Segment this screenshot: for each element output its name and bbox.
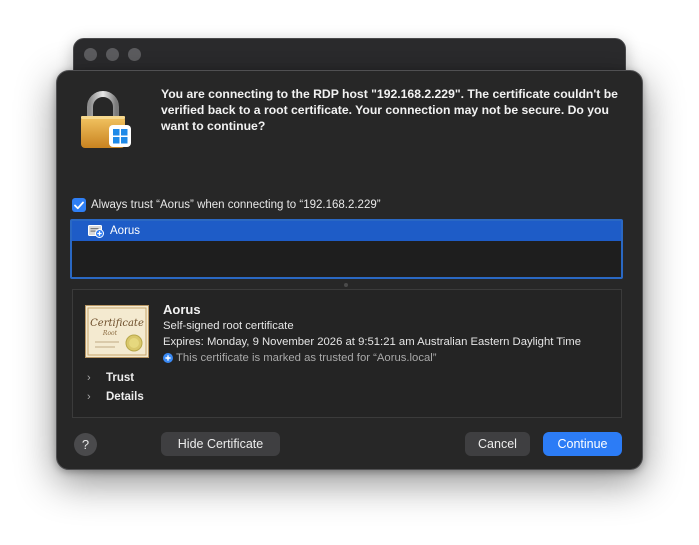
list-item[interactable]: Aorus [72, 221, 621, 241]
chevron-right-icon: › [87, 372, 91, 384]
hide-certificate-button[interactable]: Hide Certificate [161, 432, 280, 456]
cancel-button[interactable]: Cancel [465, 432, 530, 456]
splitter-handle[interactable] [344, 283, 348, 287]
details-disclosure-label: Details [106, 391, 144, 403]
trust-disclosure-label: Trust [106, 372, 135, 384]
always-trust-row[interactable]: Always trust “Aorus” when connecting to … [72, 198, 381, 212]
certificate-name: Aorus [163, 302, 201, 317]
lock-icon [78, 88, 134, 150]
certificate-list[interactable]: Aorus [70, 219, 623, 279]
certificate-expiry: Expires: Monday, 9 November 2026 at 9:51… [163, 336, 581, 348]
minimize-traffic-light[interactable] [106, 48, 119, 61]
certificate-type: Self-signed root certificate [163, 320, 294, 332]
close-traffic-light[interactable] [84, 48, 97, 61]
trusted-note-text: This certificate is marked as trusted fo… [176, 352, 437, 364]
list-item-label: Aorus [110, 225, 141, 237]
details-disclosure[interactable]: › Details [87, 391, 144, 403]
dialog-message: You are connecting to the RDP host "192.… [161, 87, 618, 133]
plus-badge-icon [163, 353, 173, 363]
always-trust-checkbox[interactable] [72, 198, 86, 212]
zoom-traffic-light[interactable] [128, 48, 141, 61]
chevron-right-icon: › [87, 391, 91, 403]
trusted-note: This certificate is marked as trusted fo… [163, 352, 437, 364]
always-trust-label[interactable]: Always trust “Aorus” when connecting to … [91, 199, 381, 211]
certificate-image: Certificate Root [85, 305, 149, 358]
certificate-list-icon [88, 224, 104, 238]
certificate-image-title: Certificate [90, 318, 144, 329]
certificate-image-subtitle: Root [102, 330, 118, 337]
checkmark-icon [74, 201, 84, 209]
help-button[interactable]: ? [74, 433, 97, 456]
trust-disclosure[interactable]: › Trust [87, 372, 134, 384]
continue-button[interactable]: Continue [543, 432, 622, 456]
